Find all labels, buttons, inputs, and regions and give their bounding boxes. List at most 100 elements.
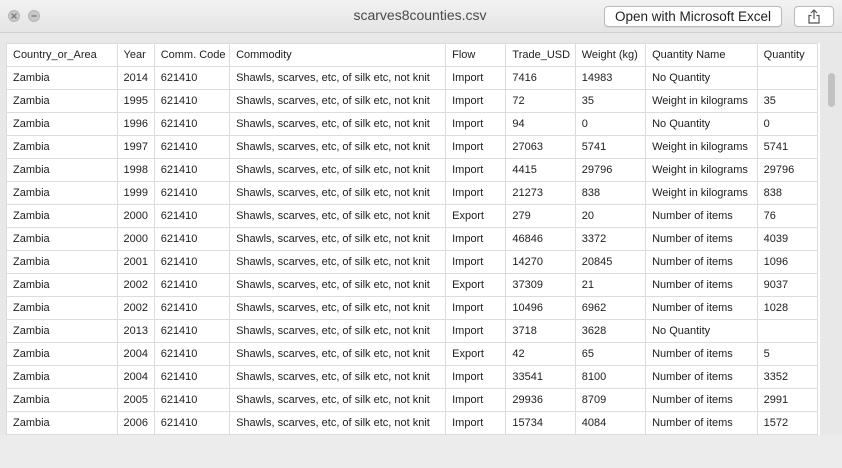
table-cell: 279 bbox=[505, 204, 576, 228]
table-row[interactable]: Zambia 2000 621410 Shawls, scarves, etc, of… bbox=[6, 204, 819, 228]
scroll-thumb[interactable] bbox=[828, 73, 835, 107]
table-cell: Number of items bbox=[645, 342, 758, 366]
table-row[interactable]: Zambia 1997 621410 Shawls, scarves, etc, of… bbox=[6, 135, 819, 159]
table-cell: Shawls, scarves, etc, of silk etc, not k… bbox=[229, 89, 447, 113]
table-cell: 4084 bbox=[574, 411, 647, 435]
window-title: scarves8counties.csv bbox=[353, 7, 487, 23]
table-cell: Weight in kilograms bbox=[645, 181, 758, 205]
table-cell: Number of items bbox=[645, 273, 758, 297]
table-row[interactable]: Zambia 1996 621410 Shawls, scarves, etc, of… bbox=[6, 112, 819, 136]
table-cell: 4039 bbox=[756, 227, 819, 251]
table-cell: 94 bbox=[505, 112, 576, 136]
table-cell: 1997 bbox=[116, 135, 155, 159]
table-cell: Import bbox=[445, 112, 507, 136]
close-window-button[interactable] bbox=[8, 10, 20, 22]
table-cell: 1996 bbox=[116, 112, 155, 136]
table-cell: 0 bbox=[756, 112, 819, 136]
close-icon bbox=[11, 13, 17, 19]
table-cell: 3718 bbox=[505, 319, 576, 343]
table-cell: 27063 bbox=[505, 135, 576, 159]
table-cell: Shawls, scarves, etc, of silk etc, not k… bbox=[229, 135, 447, 159]
table-cell: Zambia bbox=[6, 319, 118, 343]
column-header-commodity[interactable]: Commodity bbox=[229, 43, 447, 67]
table-cell: 621410 bbox=[153, 273, 231, 297]
table-cell: 21 bbox=[574, 273, 647, 297]
column-header-comm-code[interactable]: Comm. Code bbox=[153, 43, 231, 67]
preview-area: Country_or_Area Year Comm. Code Commodit… bbox=[0, 33, 842, 435]
table-cell: 29796 bbox=[574, 158, 647, 182]
table-cell: Number of items bbox=[645, 296, 758, 320]
table-cell: 72 bbox=[505, 89, 576, 113]
table-cell: Zambia bbox=[6, 158, 118, 182]
table-cell: 76 bbox=[756, 204, 819, 228]
table-cell: Shawls, scarves, etc, of silk etc, not k… bbox=[229, 388, 447, 412]
table-cell: 9037 bbox=[756, 273, 819, 297]
table-cell: Import bbox=[445, 158, 507, 182]
table-cell: 10496 bbox=[505, 296, 576, 320]
table-cell: 621410 bbox=[153, 319, 231, 343]
table-cell: 1028 bbox=[756, 296, 819, 320]
table-cell: No Quantity bbox=[645, 319, 758, 343]
table-cell: Import bbox=[445, 411, 507, 435]
table-cell: Import bbox=[445, 181, 507, 205]
table-cell: 6962 bbox=[574, 296, 647, 320]
table-cell: Shawls, scarves, etc, of silk etc, not k… bbox=[229, 296, 447, 320]
column-header-flow[interactable]: Flow bbox=[445, 43, 507, 67]
table-row[interactable]: Zambia 2002 621410 Shawls, scarves, etc, of… bbox=[6, 273, 819, 297]
vertical-scrollbar[interactable] bbox=[826, 71, 838, 468]
table-cell: 621410 bbox=[153, 89, 231, 113]
table-cell: Zambia bbox=[6, 365, 118, 389]
table-cell: 14270 bbox=[505, 250, 576, 274]
table-row[interactable]: Zambia 2001 621410 Shawls, scarves, etc, of… bbox=[6, 250, 819, 274]
column-header-weight[interactable]: Weight (kg) bbox=[574, 43, 647, 67]
table-cell: Zambia bbox=[6, 342, 118, 366]
table-row[interactable]: Zambia 2004 621410 Shawls, scarves, etc, of… bbox=[6, 342, 819, 366]
column-header-quantity-name[interactable]: Quantity Name bbox=[645, 43, 758, 67]
csv-table-view[interactable]: Country_or_Area Year Comm. Code Commodit… bbox=[6, 43, 820, 435]
open-with-excel-button[interactable]: Open with Microsoft Excel bbox=[604, 6, 782, 27]
share-button[interactable] bbox=[794, 6, 834, 27]
column-header-trade-usd[interactable]: Trade_USD bbox=[505, 43, 576, 67]
column-header-year[interactable]: Year bbox=[116, 43, 155, 67]
table-cell: 2006 bbox=[116, 411, 155, 435]
table-cell: 621410 bbox=[153, 227, 231, 251]
table-cell: 0 bbox=[574, 112, 647, 136]
table-cell: 2004 bbox=[116, 365, 155, 389]
table-row[interactable]: Zambia 2005 621410 Shawls, scarves, etc, of… bbox=[6, 388, 819, 412]
table-cell: 37309 bbox=[505, 273, 576, 297]
table-cell: 621410 bbox=[153, 66, 231, 90]
table-cell: Shawls, scarves, etc, of silk etc, not k… bbox=[229, 250, 447, 274]
table-cell: 621410 bbox=[153, 296, 231, 320]
table-cell: Shawls, scarves, etc, of silk etc, not k… bbox=[229, 227, 447, 251]
column-header-country[interactable]: Country_or_Area bbox=[6, 43, 118, 67]
table-cell: Number of items bbox=[645, 388, 758, 412]
minimize-window-button[interactable] bbox=[28, 10, 40, 22]
table-row[interactable]: Zambia 1998 621410 Shawls, scarves, etc, of… bbox=[6, 158, 819, 182]
table-row[interactable]: Zambia 2000 621410 Shawls, scarves, etc, of… bbox=[6, 227, 819, 251]
table-cell: 621410 bbox=[153, 181, 231, 205]
table-row[interactable]: Zambia 2013 621410 Shawls, scarves, etc, of… bbox=[6, 319, 819, 343]
table-cell: Import bbox=[445, 89, 507, 113]
table-cell: 621410 bbox=[153, 204, 231, 228]
table-row[interactable]: Zambia 2004 621410 Shawls, scarves, etc, of… bbox=[6, 365, 819, 389]
table-cell: 621410 bbox=[153, 250, 231, 274]
table-body: Zambia 2014 621410 Shawls, scarves, etc, of… bbox=[6, 66, 819, 435]
table-row[interactable]: Zambia 1999 621410 Shawls, scarves, etc, of… bbox=[6, 181, 819, 205]
data-table: Country_or_Area Year Comm. Code Commodit… bbox=[6, 43, 819, 435]
table-cell: Zambia bbox=[6, 181, 118, 205]
table-cell: Shawls, scarves, etc, of silk etc, not k… bbox=[229, 273, 447, 297]
table-cell: 29936 bbox=[505, 388, 576, 412]
table-cell: Zambia bbox=[6, 411, 118, 435]
table-row[interactable]: Zambia 2006 621410 Shawls, scarves, etc, of… bbox=[6, 411, 819, 435]
table-cell: Shawls, scarves, etc, of silk etc, not k… bbox=[229, 66, 447, 90]
table-row[interactable]: Zambia 2002 621410 Shawls, scarves, etc, of… bbox=[6, 296, 819, 320]
table-cell: 46846 bbox=[505, 227, 576, 251]
table-cell: Number of items bbox=[645, 250, 758, 274]
column-header-quantity[interactable]: Quantity bbox=[756, 43, 819, 67]
table-cell: Zambia bbox=[6, 388, 118, 412]
table-row[interactable]: Zambia 1995 621410 Shawls, scarves, etc, of… bbox=[6, 89, 819, 113]
header-row: Country_or_Area Year Comm. Code Commodit… bbox=[6, 43, 819, 67]
table-cell: 33541 bbox=[505, 365, 576, 389]
table-cell: Zambia bbox=[6, 89, 118, 113]
table-row[interactable]: Zambia 2014 621410 Shawls, scarves, etc, of… bbox=[6, 66, 819, 90]
